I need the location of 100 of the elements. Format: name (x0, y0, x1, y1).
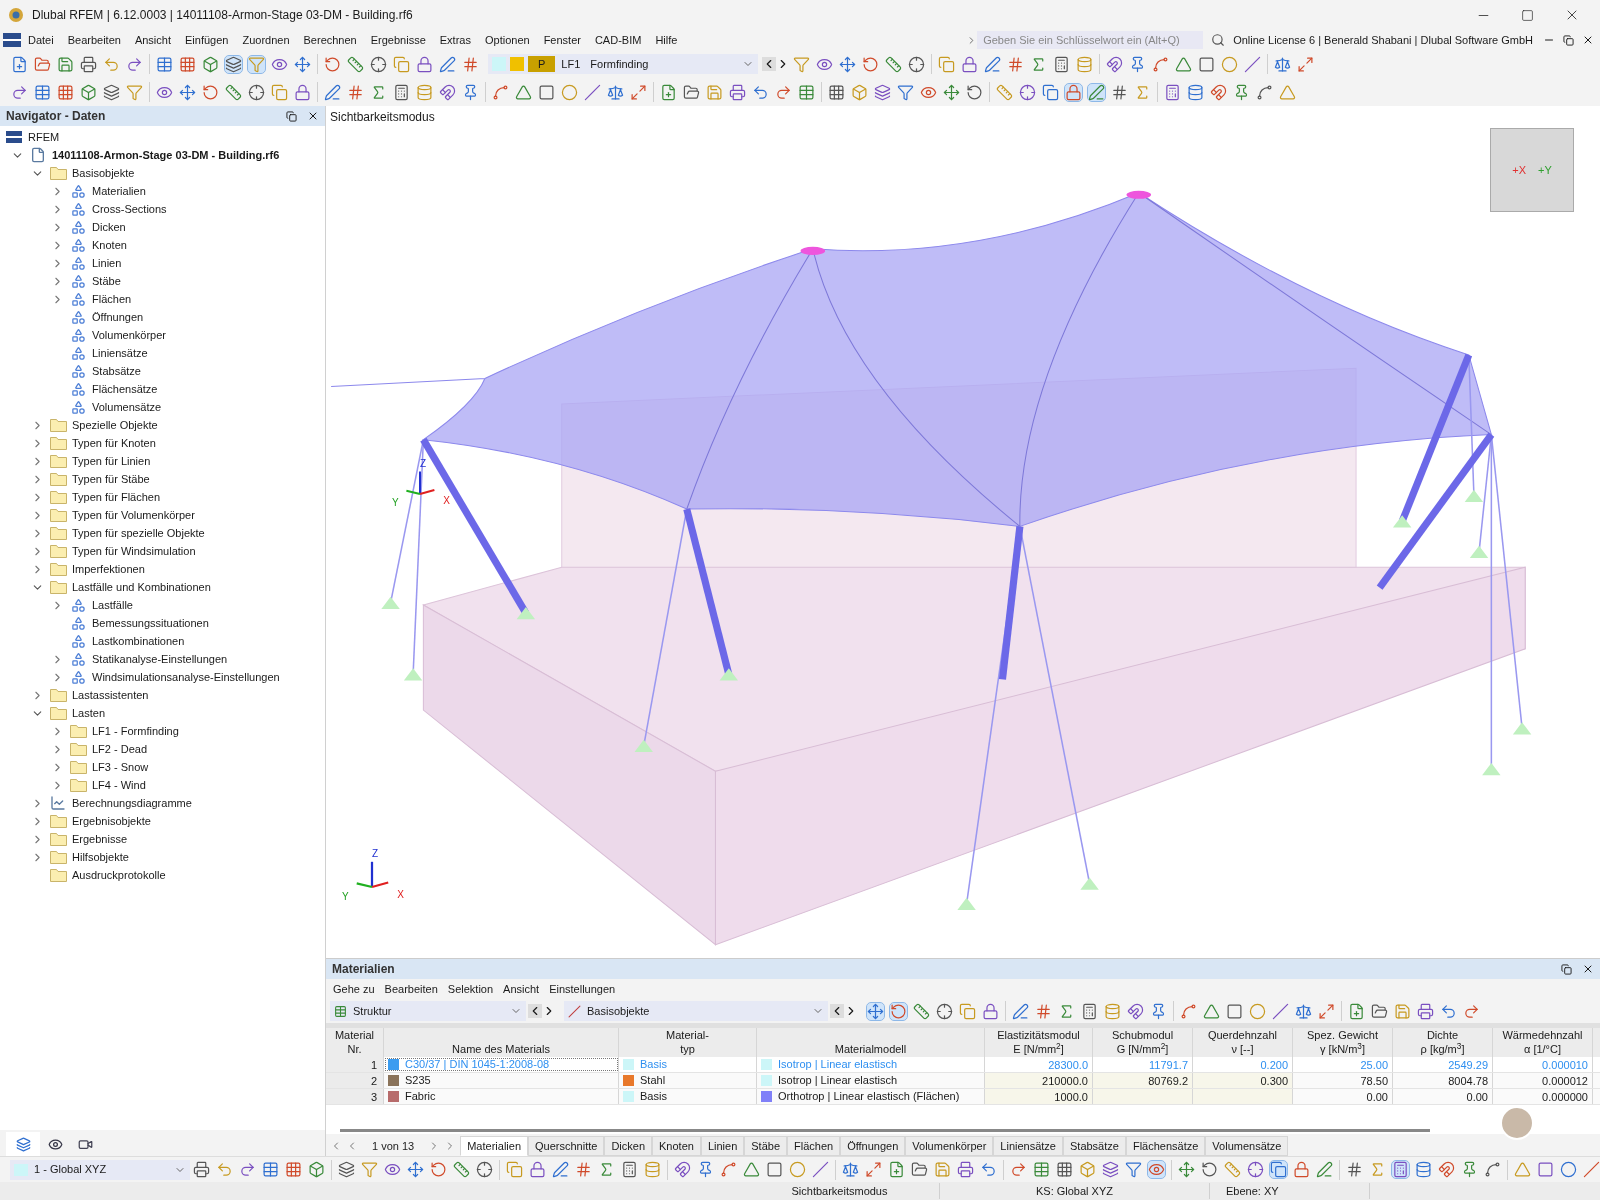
copy-icon[interactable] (393, 55, 410, 73)
curve-icon[interactable] (720, 1161, 737, 1178)
app-menu-icon[interactable] (3, 33, 21, 47)
redo-icon[interactable] (126, 55, 143, 73)
grid-icon[interactable] (179, 55, 196, 73)
menu-item[interactable]: Zuordnen (235, 31, 297, 49)
magnet-icon[interactable] (1127, 1002, 1144, 1020)
menu-item[interactable]: Bearbeiten (60, 31, 128, 49)
save-icon[interactable] (57, 55, 74, 73)
menu-item[interactable]: Hilfe (648, 31, 685, 49)
scale-icon[interactable] (607, 83, 624, 101)
circle-icon[interactable] (789, 1161, 806, 1178)
close-icon[interactable] (307, 110, 319, 122)
table-row[interactable]: 1 C30/37 | DIN 1045-1:2008-08 Basis Isotrop | Linear elastisch 28300.0 11791.7 0.200 25.00 2549.29 0.000010 (326, 1057, 1600, 1073)
tree-item[interactable]: Typen für Flächen (72, 488, 161, 506)
line-icon[interactable] (1244, 55, 1261, 73)
undo-icon[interactable] (103, 55, 120, 73)
copy-icon[interactable] (1042, 83, 1059, 101)
pin-icon[interactable] (1233, 83, 1250, 101)
menu-item[interactable]: Fenster (536, 31, 588, 49)
sheet-tab[interactable]: Volumensätze (1205, 1136, 1289, 1156)
tree-item[interactable]: Spezielle Objekte (72, 416, 158, 434)
ruler-icon[interactable] (885, 55, 902, 73)
calculator-icon[interactable] (1053, 55, 1070, 73)
tree-item[interactable]: Stabsätze (92, 362, 141, 380)
move-icon[interactable] (839, 55, 856, 73)
rotate-icon[interactable] (324, 55, 341, 73)
scale-icon[interactable] (842, 1161, 859, 1178)
cube-icon[interactable] (851, 83, 868, 101)
tree-item[interactable]: Cross-Sections (92, 200, 167, 218)
load-case-selector[interactable]: P LF1 Formfinding (488, 54, 758, 74)
printer-icon[interactable] (957, 1161, 974, 1178)
line-icon[interactable] (1583, 1161, 1600, 1178)
hash-icon[interactable] (1111, 83, 1128, 101)
sheet-tab[interactable]: Liniensätze (993, 1136, 1063, 1156)
filter-dropdown[interactable]: Basisobjekte (564, 1001, 828, 1021)
curve-icon[interactable] (1180, 1002, 1197, 1020)
redo-icon[interactable] (1463, 1002, 1480, 1020)
table-icon[interactable] (798, 83, 815, 101)
tree-item[interactable]: LF3 - Snow (92, 758, 149, 776)
grid-icon[interactable] (828, 83, 845, 101)
triangle-icon[interactable] (515, 83, 532, 101)
close-icon[interactable] (1582, 963, 1594, 975)
pen-icon[interactable] (324, 83, 341, 101)
tree-item[interactable]: Windsimulationsanalyse-Einstellungen (92, 668, 280, 686)
calculator-icon[interactable] (621, 1161, 638, 1178)
crosshair-icon[interactable] (1247, 1161, 1264, 1178)
database-icon[interactable] (1415, 1161, 1432, 1178)
tree-item[interactable]: LF2 - Dead (92, 740, 148, 758)
copy-icon[interactable] (271, 83, 288, 101)
3d-viewport[interactable]: Sichtbarkeitsmodus +X +Y Z Y X Z Y X (326, 106, 1600, 958)
folder-icon[interactable] (34, 55, 51, 73)
sheet-tab[interactable]: Stäbe (744, 1136, 787, 1156)
triangle-icon[interactable] (1175, 55, 1192, 73)
ruler-icon[interactable] (347, 55, 364, 73)
tree-item[interactable]: Statikanalyse-Einstellungen (92, 650, 228, 668)
undo-icon[interactable] (1440, 1002, 1457, 1020)
folder-icon[interactable] (911, 1161, 928, 1178)
copy-icon[interactable] (506, 1161, 523, 1178)
rotate-icon[interactable] (966, 83, 983, 101)
printer-icon[interactable] (80, 55, 97, 73)
filter-icon[interactable] (897, 83, 914, 101)
folder-icon[interactable] (683, 83, 700, 101)
magnet-icon[interactable] (674, 1161, 691, 1178)
pin-icon[interactable] (1129, 55, 1146, 73)
menu-item[interactable]: Berechnen (296, 31, 364, 49)
tree-item[interactable]: Volumenkörper (92, 326, 166, 344)
menu-item[interactable]: Einstellungen (544, 980, 621, 998)
pen-icon[interactable] (439, 55, 456, 73)
circle-icon[interactable] (1249, 1002, 1266, 1020)
sheet-tab[interactable]: Dicken (604, 1136, 652, 1156)
undo-icon[interactable] (752, 83, 769, 101)
tree-item[interactable]: Flächensätze (92, 380, 158, 398)
cube-icon[interactable] (80, 83, 97, 101)
search-icon[interactable] (1211, 33, 1226, 47)
table-icon[interactable] (262, 1161, 279, 1178)
table-row[interactable]: 2 S235 Stahl Isotrop | Linear elastisch 210000.0 80769.2 0.300 78.50 8004.78 0.000012 (326, 1073, 1600, 1089)
hash-icon[interactable] (1007, 55, 1024, 73)
database-icon[interactable] (1187, 83, 1204, 101)
grid-icon[interactable] (57, 83, 74, 101)
square-icon[interactable] (1537, 1161, 1554, 1178)
database-icon[interactable] (1104, 1002, 1121, 1020)
curve-icon[interactable] (1484, 1161, 1501, 1178)
menu-item[interactable]: Ansicht (127, 31, 178, 49)
lock-icon[interactable] (1293, 1161, 1310, 1178)
filter-icon[interactable] (126, 83, 143, 101)
crosshair-icon[interactable] (476, 1161, 493, 1178)
hash-icon[interactable] (1346, 1161, 1363, 1178)
move-icon[interactable] (407, 1161, 424, 1178)
filter-icon[interactable] (1125, 1161, 1142, 1178)
menu-item[interactable]: Gehe zu (328, 980, 380, 998)
grid-icon[interactable] (285, 1161, 302, 1178)
restore-icon[interactable] (1561, 963, 1572, 975)
move-icon[interactable] (294, 55, 311, 73)
redo-icon[interactable] (775, 83, 792, 101)
tree-item[interactable]: Typen für Volumenkörper (72, 506, 195, 524)
square-icon[interactable] (1198, 55, 1215, 73)
tree-item[interactable]: Materialien (92, 182, 146, 200)
calculator-icon[interactable] (1392, 1161, 1409, 1178)
menu-item[interactable]: Selektion (442, 980, 499, 998)
